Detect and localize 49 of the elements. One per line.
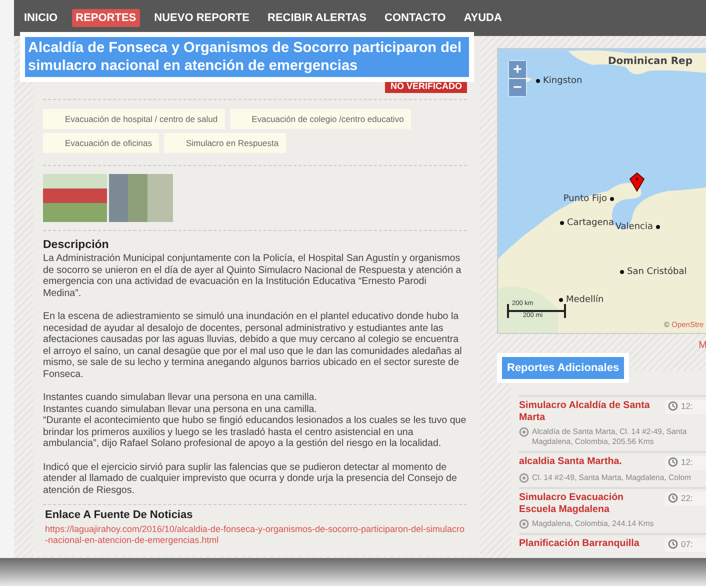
report-link[interactable]: Planificación Barranquilla [519, 538, 659, 552]
report-time: 12: [665, 400, 706, 414]
map-link[interactable]: M [698, 340, 706, 350]
clock-icon [668, 539, 678, 549]
source-link[interactable]: https://laguajirahoy.com/2016/10/alcaldia-de-fonseca-y-organismos-de-socorro-participaron-del-simulacro-nacional-en-atencion-de-emergencias.html [45, 524, 465, 546]
zoom-in-button[interactable]: + [509, 61, 526, 78]
description-text: En la escena de adiestramiento se simuló una inundación en el plantel educativo donde hubo la necesidad de ayudar al desalojo de docentes, personal administrativo y estudiantes ante las afectaciones causadas por las aguas lluvias, debido a que muy cercano al colegio se encuentra el arroyo el saíno, un canal desagüe que por el mal uso que le dan las comunidades aledañas al mismo, se sale de su lecho y termina anegando algunos barrios ubicado en el sector sureste de Fonseca. [43, 311, 463, 380]
report-time: 12: [665, 456, 706, 470]
clock-icon [668, 493, 678, 503]
section-heading: Descripción [43, 239, 110, 251]
clock-icon [668, 401, 678, 411]
photo-placeholder[interactable] [109, 174, 173, 222]
map-label: Cartagena [560, 218, 614, 228]
description-text: Instantes cuando simulaban llevar una persona en una camilla. [43, 404, 318, 415]
map-label: Valencia [615, 222, 660, 232]
report-link[interactable]: Simulacro Alcaldía de Santa Marta [519, 400, 659, 424]
nav-link[interactable]: RECIBIR ALERTAS [264, 9, 370, 27]
map-label: Dominican Rep [608, 56, 692, 67]
report-time: 07: [665, 538, 706, 552]
report-title: Alcaldía de Fonseca y Organismos de Socorro participaron del simulacro nacional en atención de emergencias [25, 37, 469, 77]
nav-link[interactable]: NUEVO REPORTE [150, 9, 254, 27]
nav-link[interactable]: INICIO [20, 9, 62, 27]
section-heading: Enlace A Fuente De Noticias [45, 509, 194, 521]
description-text: Indicó que el ejercicio sirvió para suplir las falencias que se pudieron detectar al momento de atender al llamado de cualquier imprevisto que ocurra y donde urja la presencia del Consejo de atención de Riesgos. [43, 462, 458, 496]
clock-icon [668, 457, 678, 467]
map-label: Punto Fijo [563, 194, 614, 204]
map-label: Medellín [559, 295, 604, 305]
photo-placeholder[interactable] [43, 174, 107, 222]
location-icon [519, 473, 529, 483]
report-link[interactable]: alcaldia Santa Martha. [519, 456, 659, 470]
category-tag[interactable]: Evacuación de oficinas [43, 133, 159, 153]
location-icon [519, 427, 529, 437]
description-text: La Administración Municipal conjuntamente con la Policía, el Hospital San Agustín y organismos de socorro se unieron en el día de ayer al Quinto Simulacro Nacional de Respuesta y atención a emergencia con una actividad de evacuación en la Institución Educativa “Ernesto Parodi Medina”. [43, 253, 462, 299]
nav-link[interactable]: AYUDA [460, 9, 506, 27]
map-label: San Cristóbal [620, 267, 687, 277]
map-label: Kingston [536, 76, 582, 86]
description-text: Instantes cuando simulaban llevar una persona en una camilla. [43, 392, 318, 404]
description-text: “Durante el acontecimiento que hubo se fingió educandos lesionados a los cuales se les tuvo que brindar los primeros auxilios y luego se les trasladó hasta el centro asistencial en una ambulancia”, dijo Rafael Solano profesional de apoyo a la gestión del riesgo en la localidad. [43, 415, 467, 450]
zoom-out-button[interactable]: − [509, 79, 526, 96]
location-icon [519, 519, 529, 529]
sidebar-heading: Reportes Adicionales [502, 357, 624, 379]
nav-link[interactable]: CONTACTO [380, 9, 450, 27]
report-link[interactable]: Simulacro Evacuación Escuela Magdalena [519, 492, 659, 516]
report-time: 22: [665, 492, 706, 506]
category-tag[interactable]: Evacuación de hospital / centro de salud [43, 109, 225, 129]
category-tag[interactable]: Evacuación de colegio /centro educativo [230, 109, 411, 129]
map-marker-icon[interactable] [629, 172, 645, 192]
category-tag[interactable]: Simulacro en Respuesta [164, 133, 286, 153]
nav-link[interactable]: REPORTES [72, 9, 140, 27]
